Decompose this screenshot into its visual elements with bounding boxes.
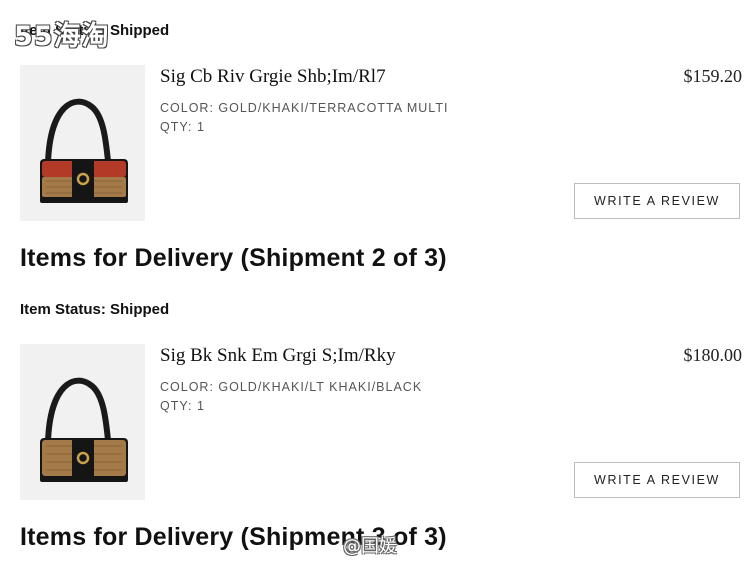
product-image-2[interactable] [20,344,145,500]
order-item-1: Sig Cb Riv Grgie Shb;Im/Rl7 $159.20 COLO… [0,65,752,225]
write-review-button[interactable]: WRITE A REVIEW [574,183,740,219]
product-name[interactable]: Sig Bk Snk Em Grgi S;Im/Rky [160,345,396,367]
product-image-1[interactable] [20,65,145,221]
write-review-button[interactable]: WRITE A REVIEW [574,462,740,498]
handbag-icon [40,98,128,203]
shipment-2-heading: Items for Delivery (Shipment 2 of 3) [20,244,447,272]
handbag-icon [40,377,128,482]
product-name[interactable]: Sig Cb Riv Grgie Shb;Im/Rl7 [160,66,386,88]
product-quantity: QTY: 1 [160,120,205,134]
product-color: COLOR: GOLD/KHAKI/LT KHAKI/BLACK [160,380,423,394]
product-color: COLOR: GOLD/KHAKI/TERRACOTTA MULTI [160,101,449,115]
order-item-2: Sig Bk Snk Em Grgi S;Im/Rky $180.00 COLO… [0,344,752,504]
product-price: $159.20 [683,66,743,86]
site-watermark: 55海淘 [14,21,110,52]
item-status-shipment-2: Item Status: Shipped [20,301,170,318]
product-price: $180.00 [683,345,743,365]
product-quantity: QTY: 1 [160,399,205,413]
weibo-watermark: @国媛 [343,536,397,557]
